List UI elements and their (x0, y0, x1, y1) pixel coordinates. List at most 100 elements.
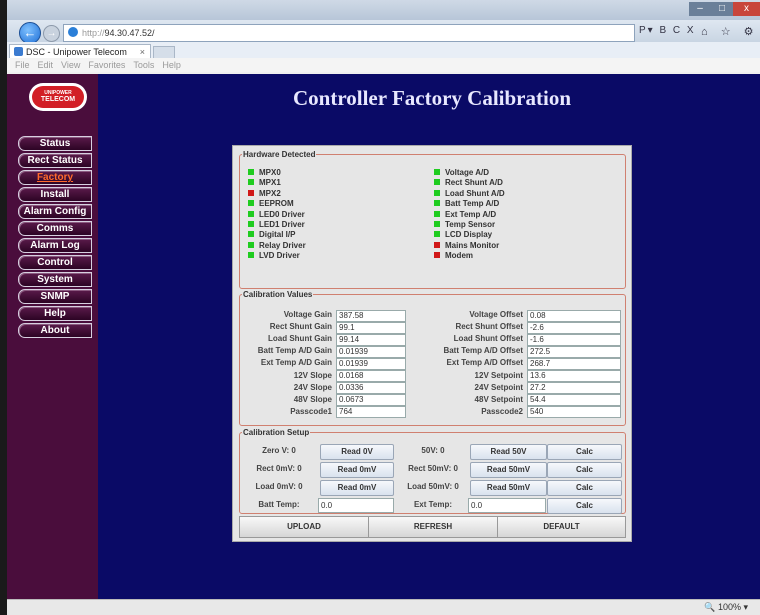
nav-install[interactable]: Install (18, 187, 92, 202)
hardware-label: Ext Temp A/D (445, 209, 497, 219)
upload-button[interactable]: UPLOAD (239, 516, 369, 538)
nav-help[interactable]: Help (18, 306, 92, 321)
calibration-value-field[interactable]: 272.5 (527, 345, 621, 358)
status-square-icon (248, 169, 254, 175)
batt-temp-input[interactable]: 0.0 (318, 498, 394, 513)
batt-temp-label: Batt Temp: (258, 500, 300, 509)
calibration-label: Voltage Gain (283, 310, 332, 319)
hardware-item: MPX2 (248, 189, 281, 199)
calibration-value-field[interactable]: -1.6 (527, 333, 621, 346)
hardware-label: Relay Driver (259, 240, 306, 250)
calibration-label: 24V Slope (293, 382, 332, 392)
menu-item-tools[interactable]: Tools (133, 60, 154, 70)
calibration-value-field[interactable]: 0.08 (527, 309, 621, 322)
calibration-label: Batt Temp A/D Gain (257, 346, 332, 356)
calibration-value-field[interactable]: 0.0336 (336, 382, 406, 395)
nav-factory[interactable]: Factory (18, 170, 92, 185)
read-low-button[interactable]: Read 0mV (320, 480, 394, 496)
nav-alarm-log[interactable]: Alarm Log (18, 238, 92, 253)
status-square-icon (434, 179, 440, 186)
url-protocol: http:// (82, 28, 105, 38)
tab-close-icon[interactable]: × (140, 45, 145, 59)
page-title: Controller Factory Calibration (292, 86, 571, 110)
menu-item-favorites[interactable]: Favorites (88, 60, 125, 70)
calibration-value-field[interactable]: 0.01939 (336, 357, 406, 370)
read-low-button[interactable]: Read 0mV (320, 462, 394, 478)
menu-item-help[interactable]: Help (162, 60, 181, 70)
nav-status[interactable]: Status (18, 136, 92, 151)
read-high-button[interactable]: Read 50mV (470, 480, 547, 496)
ext-temp-label: Ext Temp: (413, 500, 453, 509)
nav-about[interactable]: About (18, 323, 92, 338)
hardware-item: Batt Temp A/D (434, 199, 499, 209)
maximize-button[interactable]: □ (711, 2, 733, 16)
calibration-value-field[interactable]: 27.2 (527, 382, 621, 395)
address-bar-tools[interactable]: P▾ B C X (639, 25, 696, 36)
calibration-value-field[interactable]: 99.14 (336, 333, 406, 346)
nav-snmp[interactable]: SNMP (18, 289, 92, 304)
status-square-icon (248, 252, 254, 259)
read-high-button[interactable]: Read 50mV (470, 462, 547, 478)
home-favorites-settings-icons[interactable]: ⌂ ☆ ⚙ (701, 25, 758, 38)
ie-page-icon (68, 27, 78, 37)
calibration-value-field[interactable]: 387.58 (336, 309, 406, 322)
default-button[interactable]: DEFAULT (497, 516, 626, 538)
calibration-value-field[interactable]: 99.1 (336, 321, 406, 334)
minimize-button[interactable]: – (689, 2, 711, 16)
calibration-label: 48V Slope (293, 394, 332, 404)
read-high-button[interactable]: Read 50V (470, 444, 547, 460)
calibration-value-field[interactable]: 13.6 (527, 370, 621, 382)
read-low-button[interactable]: Read 0V (320, 444, 394, 460)
calibration-label: Passcode1 (290, 406, 332, 416)
close-window-button[interactable]: x (733, 2, 760, 16)
address-bar[interactable]: http://94.30.47.52/ (63, 24, 635, 42)
unipower-telecom-logo[interactable]: UNIPOWER TELECOM (29, 83, 87, 111)
calibration-label: Ext Temp A/D Gain (260, 358, 332, 368)
calibration-value-field[interactable]: 0.0168 (336, 370, 406, 382)
nav-system[interactable]: System (18, 272, 92, 287)
calibration-value-field[interactable]: 540 (527, 406, 621, 419)
status-square-icon (248, 210, 254, 217)
setup-label: 50V: 0 (421, 446, 445, 455)
calibration-value-field[interactable]: 764 (336, 406, 406, 419)
title-bar (7, 0, 760, 20)
calc-button[interactable]: Calc (547, 480, 622, 496)
calibration-label: Rect Shunt Offset (455, 322, 523, 332)
nav-alarm-config[interactable]: Alarm Config (18, 204, 92, 219)
forward-button[interactable]: → (43, 25, 60, 42)
menu-item-view[interactable]: View (61, 60, 80, 70)
zoom-level[interactable]: 🔍 100% ▾ (704, 602, 748, 613)
nav-control[interactable]: Control (18, 255, 92, 270)
calibration-label: Ext Temp A/D Offset (446, 358, 523, 368)
hardware-item: LED0 Driver (248, 210, 305, 220)
calibration-value-field[interactable]: 268.7 (527, 357, 621, 370)
calibration-setup-group: Calibration Setup Zero V: 0 Read 0V 50V: 0… (239, 428, 626, 514)
calibration-setup-legend: Calibration Setup (243, 428, 310, 437)
calibration-label: Passcode2 (481, 406, 523, 416)
nav-comms[interactable]: Comms (18, 221, 92, 236)
menu-item-file[interactable]: File (15, 60, 30, 70)
calibration-value-field[interactable]: 54.4 (527, 394, 621, 407)
calc-button[interactable]: Calc (547, 462, 622, 478)
hardware-item: Voltage A/D (434, 168, 489, 178)
calibration-label: 12V Setpoint (474, 370, 523, 380)
calc-button[interactable]: Calc (547, 444, 622, 460)
calibration-value-field[interactable]: -2.6 (527, 321, 621, 334)
ext-temp-input[interactable]: 0.0 (468, 498, 546, 513)
menu-item-edit[interactable]: Edit (38, 60, 54, 70)
hardware-label: MPX1 (259, 178, 281, 188)
status-square-icon (248, 231, 254, 238)
nav-rect-status[interactable]: Rect Status (18, 153, 92, 168)
hardware-label: Voltage A/D (445, 168, 490, 177)
calibration-value-field[interactable]: 0.0673 (336, 394, 406, 407)
status-square-icon (248, 241, 254, 248)
hardware-item: LCD Display (434, 230, 492, 240)
setup-label: Rect 50mV: 0 (408, 464, 458, 473)
browser-tab[interactable]: DSC - Unipower Telecom × (9, 44, 151, 59)
calibration-panel: Hardware Detected MPX0 MPX1 MPX2 EEPROM LED0… (232, 145, 632, 542)
refresh-button[interactable]: REFRESH (368, 516, 498, 538)
calibration-value-field[interactable]: 0.01939 (336, 345, 406, 358)
setup-label: Load 50mV: 0 (407, 482, 459, 491)
back-button[interactable]: ← (19, 22, 41, 44)
calc-button[interactable]: Calc (547, 498, 622, 514)
